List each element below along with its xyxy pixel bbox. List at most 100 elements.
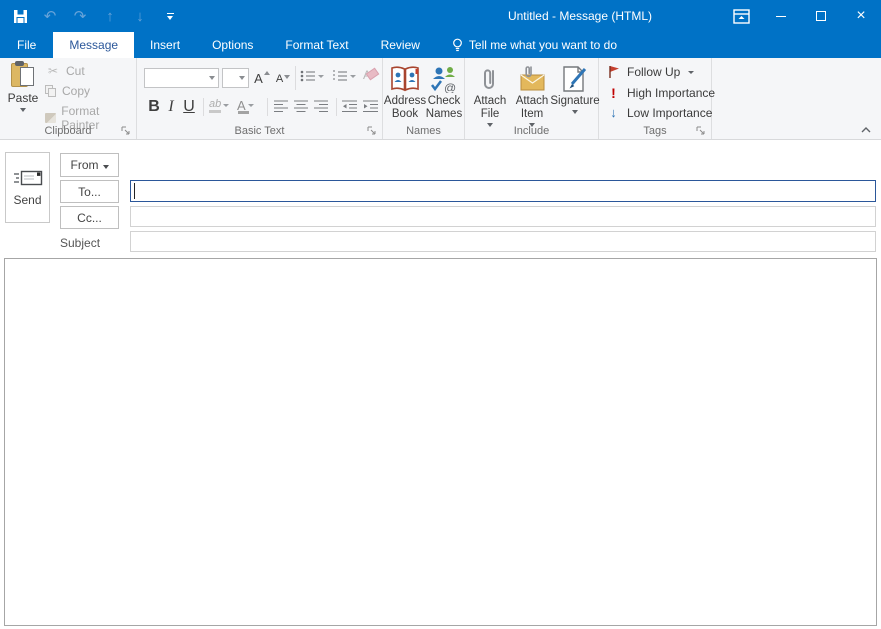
font-color-icon: A <box>237 98 249 114</box>
from-dropdown-icon <box>102 164 109 169</box>
cc-input[interactable] <box>130 206 876 227</box>
decrease-indent-button[interactable] <box>342 100 358 112</box>
from-label: From <box>70 158 99 172</box>
text-highlight-icon: ab <box>209 98 222 113</box>
redo-icon: ↷ <box>73 7 87 25</box>
increase-indent-icon <box>363 100 378 112</box>
basic-text-dialog-launcher[interactable] <box>367 126 377 136</box>
font-name-combo[interactable] <box>144 68 219 88</box>
maximize-button[interactable] <box>801 0 841 32</box>
window-controls: × <box>721 0 881 32</box>
previous-item-button[interactable]: ↑ <box>100 5 120 27</box>
undo-button[interactable]: ↶ <box>40 5 60 27</box>
clear-formatting-button[interactable]: A <box>363 68 371 82</box>
paste-button[interactable]: Paste <box>4 61 42 124</box>
tab-file[interactable]: File <box>0 32 53 58</box>
attach-file-button[interactable]: Attach File <box>470 61 510 127</box>
cut-label: Cut <box>66 64 85 78</box>
shrink-arrow-icon <box>284 74 291 79</box>
tab-options[interactable]: Options <box>196 32 269 58</box>
follow-up-flag-icon <box>606 65 621 79</box>
names-group-label: Names <box>406 125 441 137</box>
minimize-icon <box>776 15 786 17</box>
close-icon: × <box>856 7 866 24</box>
ribbon-display-options-button[interactable] <box>721 0 761 32</box>
tab-insert[interactable]: Insert <box>134 32 196 58</box>
signature-button[interactable]: Signature <box>550 61 600 114</box>
shrink-font-button[interactable]: A <box>275 70 291 88</box>
group-basic-text: A A A B I U ab A Basic Text <box>137 58 383 139</box>
signature-label: Signature <box>550 95 600 107</box>
cc-button[interactable]: Cc... <box>60 206 119 229</box>
tab-message[interactable]: Message <box>53 32 135 58</box>
bullets-button[interactable] <box>300 70 324 82</box>
to-input[interactable] <box>130 180 876 202</box>
align-left-button[interactable] <box>274 100 289 112</box>
follow-up-dropdown-icon <box>688 70 695 74</box>
italic-button[interactable]: I <box>164 98 178 116</box>
high-importance-button[interactable]: ! High Importance <box>606 85 715 101</box>
customize-quick-access-button[interactable] <box>160 5 180 27</box>
subject-label: Subject <box>60 236 101 250</box>
customize-quick-access-icon <box>166 12 174 20</box>
follow-up-button[interactable]: Follow Up <box>606 65 695 79</box>
grow-font-button[interactable]: A <box>253 68 271 88</box>
basic-text-group-label: Basic Text <box>234 125 285 137</box>
tell-me-box[interactable]: Tell me what you want to do <box>442 32 627 58</box>
maximize-icon <box>816 11 826 21</box>
from-button[interactable]: From <box>60 153 119 177</box>
align-right-button[interactable] <box>314 100 329 112</box>
low-importance-button[interactable]: ↓ Low Importance <box>606 105 712 120</box>
align-left-icon <box>274 100 288 112</box>
text-highlight-button[interactable]: ab <box>209 98 230 113</box>
group-tags: Follow Up ! High Importance ↓ Low Import… <box>599 58 715 139</box>
grow-arrow-icon <box>263 71 270 75</box>
follow-up-label: Follow Up <box>627 65 681 79</box>
collapse-ribbon-button[interactable] <box>859 124 873 136</box>
window-title: Untitled - Message (HTML) <box>507 9 653 23</box>
font-color-button[interactable]: A <box>237 98 254 114</box>
align-right-icon <box>314 100 328 112</box>
send-button[interactable]: Send <box>5 152 50 223</box>
message-body-editor[interactable] <box>4 258 877 626</box>
copy-button[interactable]: Copy <box>45 84 90 98</box>
increase-indent-button[interactable] <box>363 100 379 112</box>
attach-item-label: Attach Item <box>515 95 549 120</box>
address-book-button[interactable]: Address Book <box>384 61 426 121</box>
attach-item-button[interactable]: Attach Item <box>512 61 552 127</box>
numbering-dropdown-icon <box>350 74 356 78</box>
outlook-message-window: ↶ ↷ ↑ ↓ Untitled - Message (HTML) × File… <box>0 0 881 629</box>
save-button[interactable] <box>10 5 30 27</box>
tags-dialog-launcher[interactable] <box>696 126 706 136</box>
check-names-label: Check Names <box>425 95 463 120</box>
close-button[interactable]: × <box>841 0 881 32</box>
cc-label: Cc... <box>77 210 102 225</box>
copy-label: Copy <box>62 84 91 98</box>
to-label: To... <box>78 184 101 199</box>
underline-button[interactable]: U <box>181 98 197 116</box>
minimize-button[interactable] <box>761 0 801 32</box>
next-item-button[interactable]: ↓ <box>130 5 150 27</box>
clipboard-group-label: Clipboard <box>44 125 92 137</box>
tags-group-label: Tags <box>643 125 667 137</box>
bold-button[interactable]: B <box>146 98 162 116</box>
shrink-font-icon: A <box>275 73 284 85</box>
tab-review[interactable]: Review <box>365 32 436 58</box>
address-book-icon <box>390 61 420 93</box>
bullets-icon <box>300 70 315 82</box>
font-size-combo[interactable] <box>222 68 249 88</box>
redo-button[interactable]: ↷ <box>70 5 90 27</box>
check-names-button[interactable]: @ Check Names <box>425 61 463 121</box>
tab-format-text[interactable]: Format Text <box>269 32 364 58</box>
to-button[interactable]: To... <box>60 180 119 203</box>
subject-input[interactable] <box>130 231 876 252</box>
send-label: Send <box>13 193 42 207</box>
signature-icon <box>562 61 588 93</box>
attach-file-label: Attach File <box>473 95 507 120</box>
clipboard-dialog-launcher[interactable] <box>121 126 131 136</box>
align-center-button[interactable] <box>294 100 309 112</box>
numbering-button[interactable] <box>332 70 356 82</box>
cut-button[interactable]: ✂ Cut <box>45 64 85 78</box>
paste-icon <box>11 61 35 89</box>
font-name-dropdown-icon <box>209 76 215 80</box>
